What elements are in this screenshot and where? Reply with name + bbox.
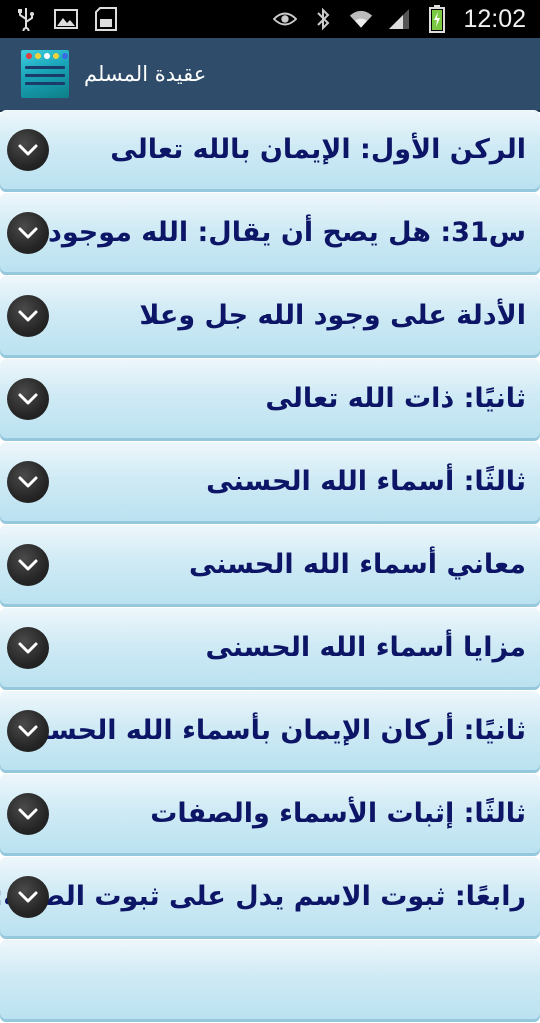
list-item-label: س31: هل يصح أن يقال: الله موجود؟ — [32, 217, 526, 248]
chevron-down-icon[interactable] — [7, 212, 49, 254]
list-item-label: الركن الأول: الإيمان بالله تعالى — [110, 134, 526, 165]
wifi-icon — [349, 8, 373, 30]
chevron-down-icon[interactable] — [7, 710, 49, 752]
list-item[interactable]: ثالثًا: إثبات الأسماء والصفات — [0, 774, 540, 857]
notification-icons — [14, 0, 118, 38]
list-item-label: ثانيًا: ذات الله تعالى — [265, 383, 526, 414]
chevron-down-icon[interactable] — [7, 295, 49, 337]
status-time: 12:02 — [463, 4, 526, 33]
list-item-label: معاني أسماء الله الحسنى — [188, 549, 526, 580]
list-item[interactable]: ثانيًا: ذات الله تعالى — [0, 359, 540, 442]
list-item[interactable]: الركن الأول: الإيمان بالله تعالى — [0, 110, 540, 193]
chevron-down-icon[interactable] — [7, 544, 49, 586]
chevron-down-icon[interactable] — [7, 876, 49, 918]
battery-charging-icon — [425, 5, 449, 33]
signal-icon — [387, 8, 411, 30]
chevron-down-icon[interactable] — [7, 461, 49, 503]
sd-card-icon — [94, 7, 118, 31]
bluetooth-icon — [311, 7, 335, 31]
list-item[interactable] — [0, 940, 540, 1023]
chevron-down-icon[interactable] — [7, 378, 49, 420]
status-bar: 12:02 — [0, 0, 540, 38]
list-item[interactable]: مزايا أسماء الله الحسنى — [0, 608, 540, 691]
usb-icon — [14, 8, 38, 31]
list-item-label: ثانيًا: أركان الإيمان بأسماء الله الحسنى — [11, 715, 526, 746]
list-item-label: ثالثًا: إثبات الأسماء والصفات — [150, 798, 526, 829]
list-item[interactable]: معاني أسماء الله الحسنى — [0, 525, 540, 608]
list-item-label: رابعًا: ثبوت الاسم يدل على ثبوت الصفة: — [0, 881, 526, 912]
list-item[interactable]: ثالثًا: أسماء الله الحسنى — [0, 442, 540, 525]
action-bar: عقيدة المسلم — [0, 38, 540, 112]
list-item-label: الأدلة على وجود الله جل وعلا — [139, 300, 526, 331]
image-icon — [54, 8, 78, 30]
app-icon[interactable] — [21, 50, 69, 98]
eye-icon — [273, 8, 298, 30]
list-item[interactable]: رابعًا: ثبوت الاسم يدل على ثبوت الصفة: — [0, 857, 540, 940]
chevron-down-icon[interactable] — [7, 129, 49, 171]
list-item-label: مزايا أسماء الله الحسنى — [205, 632, 526, 663]
chevron-down-icon[interactable] — [7, 793, 49, 835]
app-title: عقيدة المسلم — [84, 62, 207, 86]
list-item-label: ثالثًا: أسماء الله الحسنى — [206, 466, 526, 497]
list-item[interactable]: س31: هل يصح أن يقال: الله موجود؟ — [0, 193, 540, 276]
list-item[interactable]: ثانيًا: أركان الإيمان بأسماء الله الحسنى — [0, 691, 540, 774]
chevron-down-icon[interactable] — [7, 627, 49, 669]
list-item[interactable]: الأدلة على وجود الله جل وعلا — [0, 276, 540, 359]
topics-list: الركن الأول: الإيمان بالله تعالى س31: هل… — [0, 110, 540, 1023]
system-icons: 12:02 — [273, 0, 526, 38]
